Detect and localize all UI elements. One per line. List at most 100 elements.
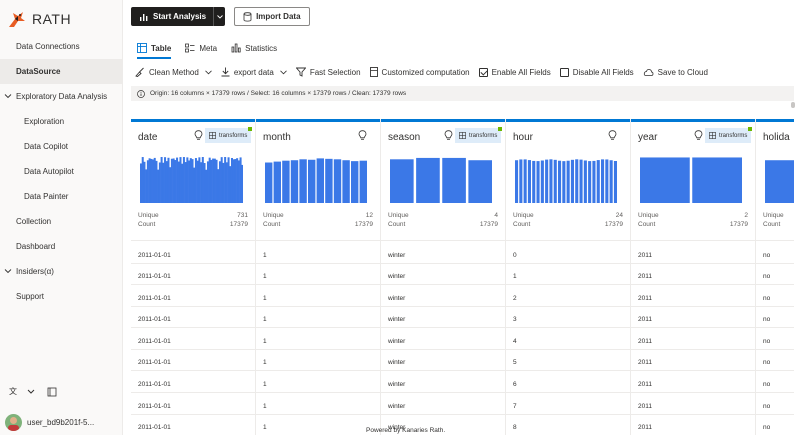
histogram-bar (143, 161, 146, 203)
sidebar-item-datasource[interactable]: DataSource (0, 59, 123, 84)
sidebar: RATH Data Connections DataSource Explorato… (0, 0, 123, 435)
histogram-bar (390, 159, 414, 203)
info-bar: Origin: 16 columns × 17379 rows / Select… (131, 86, 794, 101)
table-cell: no (763, 359, 771, 366)
broom-icon (135, 67, 144, 77)
table-cell: 2011-01-01 (138, 273, 171, 280)
tab-meta-label: Meta (199, 43, 218, 53)
stat-value: 17379 (729, 221, 748, 228)
lightbulb-icon[interactable] (444, 130, 453, 141)
table-cell: 6 (513, 381, 517, 388)
collapse-sidebar-icon[interactable] (47, 387, 57, 397)
stat-label: Count (513, 221, 531, 228)
stat-row-count: Count 17379 (513, 221, 623, 230)
clean-method-dropdown[interactable]: Clean Method (135, 67, 212, 77)
chevron-down-icon (205, 70, 212, 74)
sidebar-item-dashboard[interactable]: Dashboard (0, 234, 123, 259)
column-title[interactable]: year (638, 132, 657, 143)
column-season: season transforms Unique 4 Count 17379 winter w… (381, 119, 506, 435)
sidebar-item-data-autopilot[interactable]: Data Autopilot (0, 159, 123, 184)
brand[interactable]: RATH (7, 8, 71, 30)
chevron-down-icon[interactable] (4, 92, 12, 100)
sidebar-item-data-painter[interactable]: Data Painter (0, 184, 123, 209)
histogram-bar (333, 159, 342, 203)
table-cell: winter (388, 316, 406, 323)
sidebar-item-data-connections[interactable]: Data Connections (0, 34, 123, 59)
fast-selection-button[interactable]: Fast Selection (295, 67, 361, 77)
sidebar-item-support[interactable]: Support (0, 284, 123, 309)
info-icon (137, 89, 145, 98)
app-window: RATH Data Connections DataSource Explorato… (0, 0, 800, 435)
disable-all-fields-checkbox[interactable]: Disable All Fields (559, 67, 634, 77)
table-row-divider (131, 306, 794, 307)
sidebar-item-exploration[interactable]: Exploration (0, 109, 123, 134)
table-cell: 1 (263, 338, 267, 345)
enable-all-fields-checkbox[interactable]: Enable All Fields (478, 67, 551, 77)
table-row-divider (131, 349, 794, 350)
lightbulb-icon[interactable] (358, 130, 367, 141)
scrollbar-thumb[interactable] (791, 102, 795, 108)
sidebar-item-insiders[interactable]: Insiders(α) (0, 259, 123, 284)
table-cell: 2011 (638, 252, 652, 259)
save-to-cloud-button[interactable]: Save to Cloud (643, 68, 708, 77)
histogram-bar (562, 161, 566, 203)
transforms-badge[interactable]: transforms (455, 127, 503, 143)
stat-label: Unique (263, 212, 284, 219)
transforms-badge[interactable]: transforms (205, 127, 253, 143)
start-analysis-button[interactable]: Start Analysis (131, 7, 226, 26)
table-cell: 1 (513, 273, 517, 280)
table-row-divider (131, 327, 794, 328)
start-analysis-dropdown[interactable] (213, 7, 225, 26)
sidebar-item-exploratory-data-analysis[interactable]: Exploratory Data Analysis (0, 84, 123, 109)
histogram-bar (194, 158, 197, 203)
table-cell: 2011-01-01 (138, 338, 171, 345)
transforms-badge[interactable]: transforms (705, 127, 753, 143)
brand-name: RATH (32, 11, 72, 27)
stat-value: 24 (615, 212, 623, 219)
lightbulb-icon[interactable] (608, 130, 617, 141)
disable-all-checkbox-box[interactable] (559, 67, 569, 77)
import-data-button[interactable]: Import Data (234, 7, 310, 26)
table-cell: 3 (513, 316, 517, 323)
enable-all-checkbox-box[interactable] (478, 67, 488, 77)
stat-label: Unique (638, 212, 659, 219)
statistics-icon (231, 43, 241, 53)
histogram-bar (299, 159, 307, 203)
sidebar-item-collection[interactable]: Collection (0, 209, 123, 234)
sidebar-item-label: Exploration (24, 117, 65, 126)
histogram-bar (609, 160, 613, 203)
table-cell: 0 (513, 252, 517, 259)
user-account[interactable]: user_bd9b201f-5... (5, 414, 94, 431)
chevron-down-icon[interactable] (27, 389, 35, 395)
sidebar-item-label: Exploratory Data Analysis (16, 92, 108, 101)
stat-label: Count (263, 221, 281, 228)
tab-meta[interactable]: Meta (185, 40, 217, 56)
customized-computation-button[interactable]: Customized computation (369, 67, 470, 77)
column-title[interactable]: season (388, 132, 420, 143)
histogram-bar (351, 161, 359, 203)
sidebar-item-label: Data Connections (16, 42, 80, 51)
tab-statistics[interactable]: Statistics (231, 40, 277, 56)
column-title[interactable]: hour (513, 132, 533, 143)
tab-table[interactable]: Table (137, 40, 172, 59)
lightbulb-icon[interactable] (194, 130, 203, 141)
table-cell: 2011 (638, 381, 652, 388)
chevron-down-icon[interactable] (4, 267, 12, 275)
table-cell: 2011-01-01 (138, 295, 171, 302)
sidebar-item-data-copilot[interactable]: Data Copilot (0, 134, 123, 159)
column-date: date transforms Unique 731 Count 17379 2011-01… (131, 119, 256, 435)
export-data-dropdown[interactable]: export data (221, 67, 287, 77)
table-cell: no (763, 273, 771, 280)
column-title[interactable]: holida (763, 132, 790, 143)
lightbulb-icon[interactable] (694, 130, 703, 141)
table-cell: 2011-01-01 (138, 316, 171, 323)
column-top-bar (756, 119, 794, 122)
column-top-bar (381, 119, 505, 122)
histogram-bar (566, 160, 570, 203)
export-data-label: export data (233, 67, 274, 77)
column-title[interactable]: month (263, 132, 291, 143)
language-icon[interactable]: 文 (9, 386, 21, 397)
histogram-bar (575, 159, 579, 203)
histogram-bar (169, 167, 172, 203)
column-title[interactable]: date (138, 132, 157, 143)
